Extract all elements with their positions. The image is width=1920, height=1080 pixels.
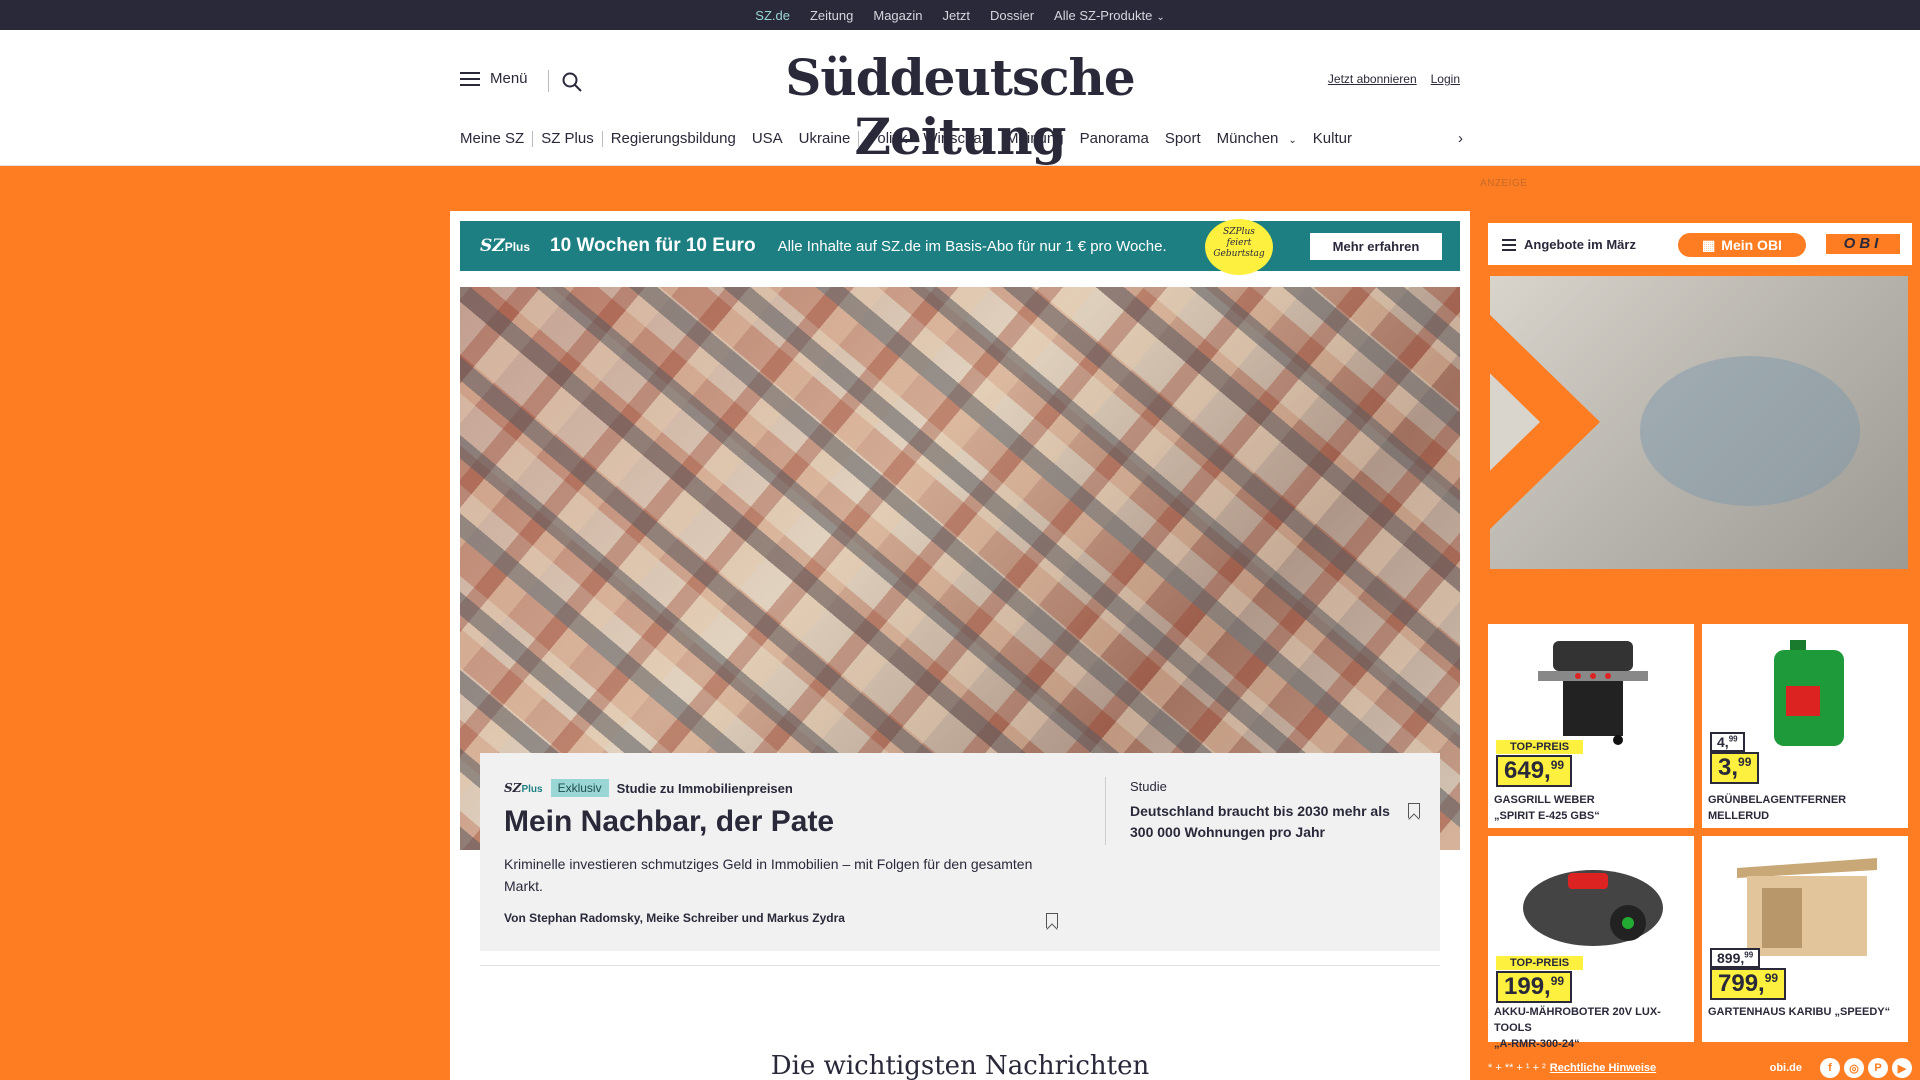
- site-header: Menü Süddeutsche Zeitung Jetzt abonniere…: [0, 30, 1920, 166]
- obi-chevron-graphic: [1490, 276, 1540, 568]
- pinterest-icon[interactable]: P: [1868, 1058, 1888, 1078]
- product-tile[interactable]: TOP-PREIS 649,99 GASGRILL WEBER „SPIRIT E…: [1488, 624, 1694, 828]
- nav-item-muenchen[interactable]: München ⌄: [1209, 130, 1305, 147]
- product-name: AKKU-MÄHROBOTER 20V LUX-TOOLS „A-RMR-300-…: [1494, 1006, 1661, 1050]
- facebook-icon[interactable]: f: [1820, 1058, 1840, 1078]
- obi-advertisement[interactable]: Angebote im März ▦Mein OBI OBI ‹ › TOP-P…: [1476, 218, 1920, 1080]
- product-name: GASGRILL WEBER „SPIRIT E-425 GBS“: [1494, 794, 1600, 822]
- header-links: Jetzt abonnieren Login: [1328, 72, 1460, 86]
- site-logo[interactable]: Süddeutsche Zeitung: [700, 48, 1220, 166]
- chevron-down-icon: ⌄: [1156, 11, 1165, 23]
- menu-label: Menü: [490, 70, 528, 87]
- topbar-link-zeitung[interactable]: Zeitung: [810, 8, 853, 23]
- nav-item-regierungsbildung[interactable]: Regierungsbildung: [603, 130, 744, 147]
- product-price: 799,99: [1710, 968, 1787, 1000]
- lead-article-card[interactable]: SZPlus Exklusiv Studie zu Immobilienprei…: [480, 753, 1440, 951]
- hamburger-icon: [460, 71, 480, 86]
- nav-item-politik[interactable]: Politik: [859, 130, 915, 147]
- product-price: 649,99: [1496, 755, 1573, 787]
- related-kicker: Studie: [1130, 779, 1167, 794]
- product-tile[interactable]: 4,99 3,99 GRÜNBELAGENTFERNER MELLERUD: [1702, 624, 1908, 828]
- nav-item-panorama[interactable]: Panorama: [1072, 130, 1157, 147]
- topbar-link-dossier[interactable]: Dossier: [990, 8, 1034, 23]
- cleaner-bottle-image: [1774, 640, 1844, 746]
- article-teaser: Kriminelle investieren schmutziges Geld …: [504, 856, 1033, 894]
- obi-logo[interactable]: OBI: [1826, 234, 1900, 254]
- product-price: 3,99: [1710, 752, 1760, 784]
- ad-footnote-marks: * + ** + ¹ + ²: [1488, 1062, 1546, 1074]
- topbar-link-magazin[interactable]: Magazin: [873, 8, 922, 23]
- chevron-down-icon: ⌄: [1288, 135, 1297, 146]
- topbar-link-jetzt[interactable]: Jetzt: [943, 8, 970, 23]
- nav-item-meinung[interactable]: Meinung: [998, 130, 1072, 147]
- login-link[interactable]: Login: [1431, 72, 1460, 86]
- nav-item-sz-plus[interactable]: SZ Plus: [533, 130, 602, 147]
- top-price-label: TOP-PREIS: [1496, 740, 1584, 754]
- ad-label: ANZEIGE: [1480, 178, 1528, 189]
- ad-hero-photo: [1640, 356, 1860, 506]
- sz-plus-logo: SZPlus: [480, 236, 531, 256]
- nav-item-ukraine[interactable]: Ukraine: [791, 130, 859, 147]
- nav-item-kultur[interactable]: Kultur: [1305, 130, 1360, 147]
- garden-house-image: [1737, 858, 1877, 956]
- product-name: GARTENHAUS KARIBU „SPEEDY“: [1708, 1006, 1891, 1018]
- ad-top-bar: Angebote im März ▦ Mein OBI OBI: [1488, 223, 1912, 265]
- mehr-erfahren-button[interactable]: Mehr erfahren: [1310, 233, 1442, 260]
- article-kicker: Studie zu Immobilienpreisen: [616, 780, 793, 796]
- ad-footer: * + ** + ¹ + ² Rechtliche Hinweise obi.d…: [1488, 1058, 1912, 1078]
- youtube-icon[interactable]: ▶: [1892, 1058, 1912, 1078]
- old-price: 4,99: [1710, 732, 1745, 752]
- article-authors: Von Stephan Radomsky, Meike Schreiber un…: [504, 911, 845, 925]
- ad-offers-title[interactable]: Angebote im März: [1524, 237, 1636, 252]
- nav-item-wirtschaft[interactable]: Wirtschaft: [915, 130, 998, 147]
- topbar-link-sz[interactable]: SZ.de: [755, 8, 790, 33]
- bookmark-icon[interactable]: [1046, 913, 1058, 928]
- hamburger-icon[interactable]: [1502, 238, 1516, 251]
- store-icon: ▦: [1702, 236, 1716, 253]
- instagram-icon[interactable]: ◎: [1844, 1058, 1864, 1078]
- topbar-link-alle-produkte[interactable]: Alle SZ-Produkte ⌄: [1054, 8, 1165, 23]
- related-article-title[interactable]: Deutschland braucht bis 2030 mehr als 30…: [1130, 801, 1390, 843]
- nav-item-meine-sz[interactable]: Meine SZ: [460, 130, 532, 147]
- main-content: SZPlus 10 Wochen für 10 Euro Alle Inhalt…: [450, 211, 1470, 1080]
- article-meta: SZPlus Exklusiv Studie zu Immobilienprei…: [504, 779, 793, 797]
- gas-grill-image: [1538, 641, 1648, 745]
- nav-next-arrow-icon[interactable]: ›: [1450, 130, 1471, 147]
- birthday-badge: SZPlus feiert Geburtstag: [1205, 219, 1273, 275]
- robot-mower-image: [1523, 870, 1663, 946]
- nav-item-sport[interactable]: Sport: [1157, 130, 1209, 147]
- product-name: GRÜNBELAGENTFERNER MELLERUD: [1708, 794, 1847, 822]
- promo-headline: 10 Wochen für 10 Euro: [550, 235, 756, 256]
- article-headline[interactable]: Mein Nachbar, der Pate: [504, 805, 834, 839]
- header-divider: [548, 70, 549, 92]
- subscribe-link[interactable]: Jetzt abonnieren: [1328, 72, 1417, 86]
- product-tile[interactable]: TOP-PREIS 199,99 AKKU-MÄHROBOTER 20V LUX…: [1488, 836, 1694, 1050]
- sz-plus-promo-banner[interactable]: SZPlus 10 Wochen für 10 Euro Alle Inhalt…: [460, 219, 1460, 275]
- card-divider: [1105, 777, 1106, 845]
- top-bar: SZ.de Zeitung Magazin Jetzt Dossier Alle…: [0, 0, 1920, 33]
- menu-button[interactable]: Menü: [460, 70, 528, 87]
- old-price: 899,99: [1710, 948, 1761, 968]
- search-icon[interactable]: [561, 71, 583, 93]
- section-divider: [480, 965, 1440, 966]
- exklusiv-badge: Exklusiv: [550, 779, 609, 797]
- mein-obi-button[interactable]: ▦ Mein OBI: [1678, 233, 1806, 257]
- section-title: Die wichtigsten Nachrichten: [770, 1051, 1150, 1080]
- bookmark-icon[interactable]: [1408, 803, 1420, 818]
- ad-hero-image[interactable]: [1490, 276, 1908, 569]
- promo-text: Alle Inhalte auf SZ.de im Basis-Abo für …: [777, 237, 1167, 255]
- main-nav: Meine SZ SZ Plus Regierungsbildung USA U…: [460, 130, 1463, 147]
- top-price-label: TOP-PREIS: [1496, 956, 1584, 970]
- legal-notes-link[interactable]: Rechtliche Hinweise: [1550, 1062, 1656, 1074]
- nav-item-usa[interactable]: USA: [744, 130, 791, 147]
- product-price: 199,99: [1496, 971, 1573, 1003]
- obi-domain-link[interactable]: obi.de: [1770, 1062, 1802, 1074]
- product-tile[interactable]: 899,99 799,99 GARTENHAUS KARIBU „SPEEDY“: [1702, 836, 1908, 1042]
- sz-plus-logo: SZPlus: [504, 781, 543, 795]
